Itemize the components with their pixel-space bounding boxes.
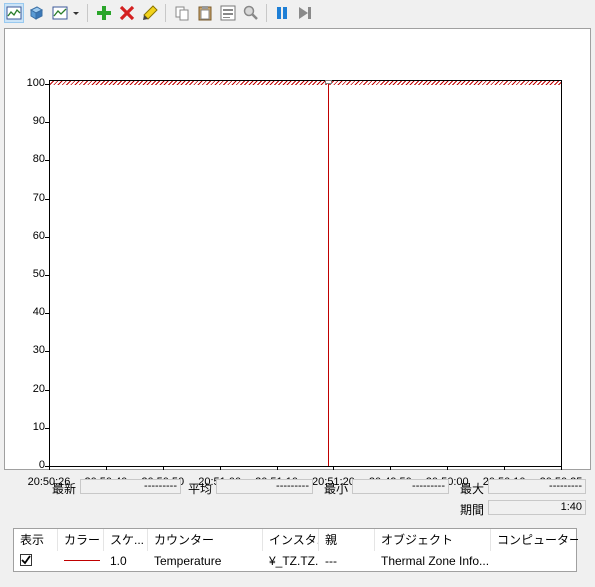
maximum-label: 最大 xyxy=(460,482,485,496)
average-label: 平均 xyxy=(188,482,213,496)
y-tick-label: 40 xyxy=(32,306,45,319)
y-tick-label: 0 xyxy=(38,459,45,471)
y-tick-label: 80 xyxy=(32,153,45,166)
column-header-instance[interactable]: インスタ... xyxy=(263,529,319,551)
close-icon xyxy=(119,5,135,21)
column-header-color[interactable]: カラー xyxy=(58,529,104,551)
counter-cell: Temperature xyxy=(154,554,222,568)
plot-area[interactable] xyxy=(49,80,562,467)
y-tick-mark xyxy=(45,351,49,353)
x-tick-mark xyxy=(276,466,278,470)
average-value: --------- xyxy=(216,479,313,494)
y-tick-mark xyxy=(45,236,49,238)
x-tick-mark xyxy=(333,466,335,470)
pause-icon xyxy=(277,7,287,19)
time-cursor-line xyxy=(328,81,329,466)
copy-properties-button[interactable] xyxy=(172,3,192,23)
column-header-show[interactable]: 表示 xyxy=(14,529,58,551)
x-tick-mark xyxy=(447,466,449,470)
cube-icon xyxy=(29,6,44,20)
add-counter-button[interactable] xyxy=(94,3,114,23)
y-tick-label: 70 xyxy=(32,191,45,204)
color-swatch xyxy=(64,560,100,561)
y-tick-mark xyxy=(45,389,49,391)
toolbar xyxy=(0,0,595,26)
x-tick-mark xyxy=(504,466,506,470)
y-tick-label: 60 xyxy=(32,229,45,242)
minimum-label: 最小 xyxy=(324,482,349,496)
counter-legend: 表示 カラー スケ... カウンター インスタ... 親 オブジェクト コンピュ… xyxy=(13,528,578,572)
column-header-scale[interactable]: スケ... xyxy=(104,529,148,551)
instance-cell: ¥_TZ.TZ... xyxy=(269,554,319,568)
time-cursor-handle xyxy=(325,80,332,84)
view-current-activity-button[interactable] xyxy=(26,3,46,23)
graph-panel: 010203040506070809010020:50:2620:50:4020… xyxy=(4,28,591,488)
paste-counter-list-button[interactable] xyxy=(195,3,215,23)
column-header-counter[interactable]: カウンター xyxy=(148,529,263,551)
column-header-parent[interactable]: 親 xyxy=(319,529,375,551)
plus-icon xyxy=(97,6,111,20)
y-tick-mark xyxy=(45,160,49,162)
duration-value: 1:40 xyxy=(488,500,586,515)
view-graph-button[interactable] xyxy=(4,3,24,23)
highlighter-icon xyxy=(143,5,158,20)
x-tick-mark xyxy=(561,466,562,470)
paste-icon xyxy=(198,6,212,21)
parent-cell: --- xyxy=(325,554,337,568)
toolbar-separator xyxy=(266,4,267,22)
step-icon xyxy=(299,7,311,19)
y-tick-label: 10 xyxy=(32,420,45,433)
line-graph-icon xyxy=(6,6,22,20)
graph-type-icon xyxy=(52,6,79,20)
toolbar-separator xyxy=(87,4,88,22)
column-header-computer[interactable]: コンピューター xyxy=(491,529,578,551)
x-tick-mark xyxy=(105,466,107,470)
chevron-down-icon xyxy=(73,12,79,15)
y-tick-label: 90 xyxy=(32,115,45,128)
y-tick-mark xyxy=(45,122,49,124)
y-tick-label: 50 xyxy=(32,268,45,280)
y-tick-label: 20 xyxy=(32,382,45,395)
last-label: 最新 xyxy=(52,482,77,496)
properties-button[interactable] xyxy=(218,3,238,23)
maximum-value: --------- xyxy=(488,479,586,494)
y-tick-mark xyxy=(45,198,49,200)
minimum-value: --------- xyxy=(352,479,449,494)
change-graph-type-button[interactable] xyxy=(50,3,80,23)
y-tick-mark xyxy=(45,427,49,429)
y-tick-mark xyxy=(45,313,49,315)
update-data-button[interactable] xyxy=(295,3,315,23)
toolbar-separator xyxy=(165,4,166,22)
x-tick-mark xyxy=(162,466,164,470)
magnifier-icon xyxy=(243,5,258,20)
last-value: --------- xyxy=(80,479,181,494)
y-tick-mark xyxy=(45,275,49,276)
scale-cell: 1.0 xyxy=(110,554,127,568)
y-tick-label: 100 xyxy=(26,77,45,89)
delete-counter-button[interactable] xyxy=(117,3,137,23)
x-tick-mark xyxy=(219,466,221,470)
highlight-button[interactable] xyxy=(140,3,160,23)
temperature-series-line xyxy=(50,81,561,85)
column-header-object[interactable]: オブジェクト xyxy=(375,529,491,551)
x-tick-mark xyxy=(49,466,50,470)
show-checkbox[interactable] xyxy=(20,554,32,566)
freeze-display-button[interactable] xyxy=(272,3,292,23)
duration-label: 期間 xyxy=(460,503,485,517)
object-cell: Thermal Zone Info... xyxy=(381,554,490,568)
y-tick-mark xyxy=(45,84,49,85)
copy-icon xyxy=(175,6,189,21)
computer-cell xyxy=(491,552,578,570)
properties-icon xyxy=(220,5,236,21)
x-tick-mark xyxy=(390,466,392,470)
checkmark-icon xyxy=(21,555,31,565)
y-tick-label: 30 xyxy=(32,344,45,357)
zoom-button[interactable] xyxy=(241,3,261,23)
